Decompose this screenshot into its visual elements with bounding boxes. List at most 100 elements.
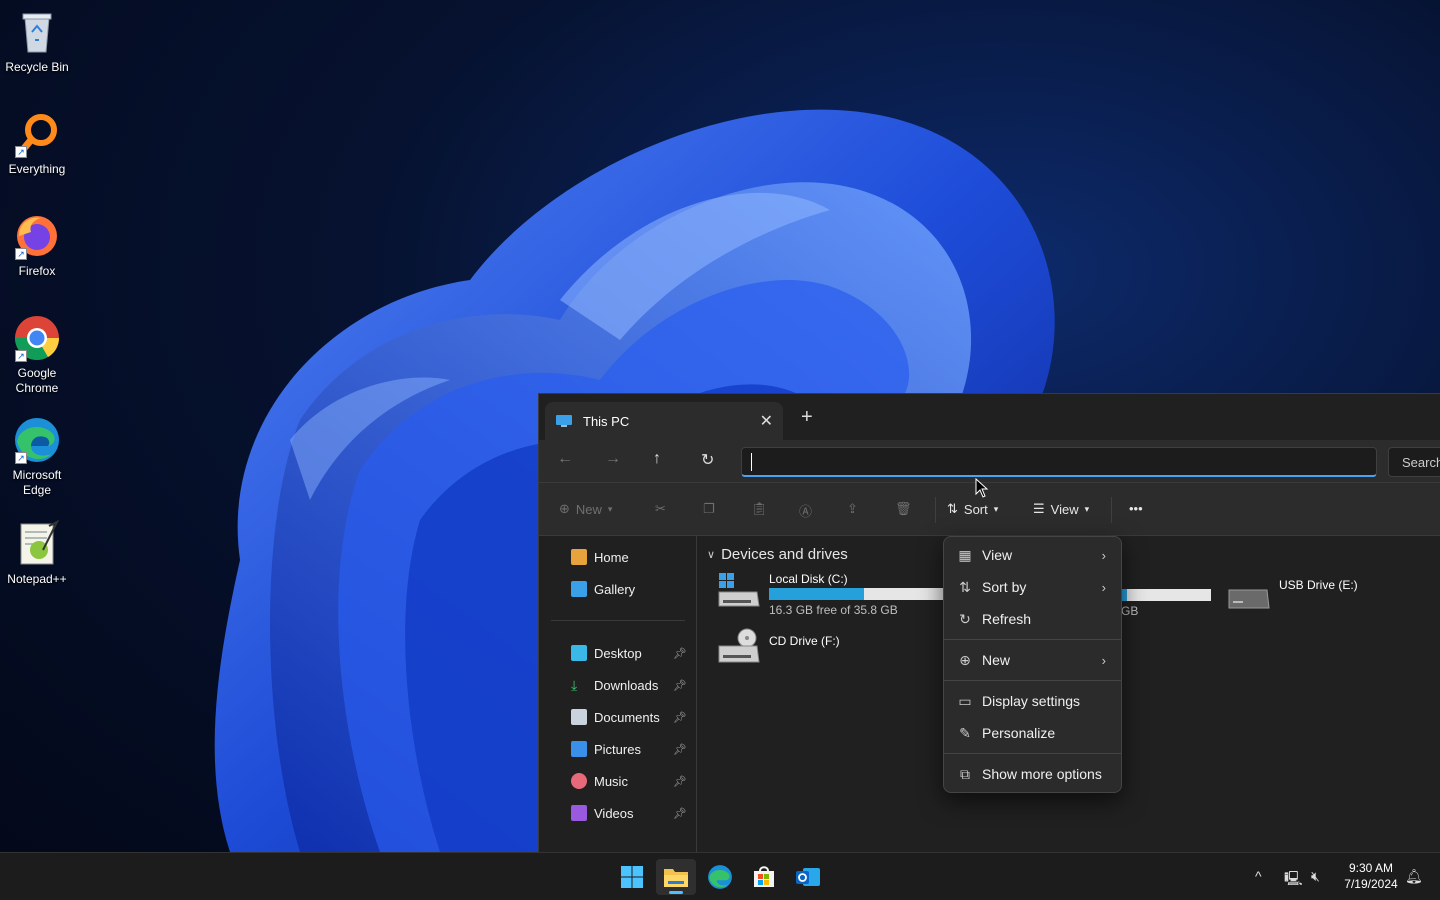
rename-icon[interactable]: Ⓐ <box>799 501 812 520</box>
delete-icon[interactable]: 🗑︎ <box>895 501 912 517</box>
pin-icon[interactable]: 📌︎ <box>673 647 687 660</box>
sidebar-item-desktop[interactable]: Desktop 📌︎ <box>571 642 691 664</box>
drive-name: CD Drive (F:) <box>769 634 840 648</box>
sidebar-item-pictures[interactable]: Pictures 📌︎ <box>571 738 691 760</box>
clock-time: 9:30 AM <box>1348 861 1394 875</box>
desktop-icon-label: Recycle Bin <box>5 60 69 74</box>
back-arrow-icon[interactable]: ← <box>557 450 573 468</box>
navigation-pane: Home Gallery Desktop 📌︎ ⤓ Downloads 📌︎ D… <box>539 536 697 852</box>
taskbar-microsoft-edge[interactable] <box>700 859 740 895</box>
music-icon <box>571 773 587 789</box>
home-icon <box>571 549 587 565</box>
sidebar-item-label: Desktop <box>594 645 642 661</box>
drive-usage-fill <box>769 588 864 600</box>
shortcut-arrow-icon: ↗ <box>15 350 27 362</box>
network-icon[interactable]: 🖳︎ <box>1284 868 1303 892</box>
menu-item-show-more-options[interactable]: ⧉ Show more options <box>948 760 1118 788</box>
sort-label: Sort <box>963 501 988 517</box>
search-box[interactable]: Search <box>1388 447 1440 477</box>
share-icon[interactable]: ⇪ <box>847 501 858 517</box>
sort-button[interactable]: ⇅ Sort ▾ <box>947 501 998 517</box>
drive-partial-hidden[interactable]: GB <box>1121 589 1211 618</box>
notification-bell-icon[interactable]: 🔔︎ <box>1405 868 1423 885</box>
desktop-icon-recycle-bin[interactable]: Recycle Bin <box>2 8 72 75</box>
desktop-icon-notepad-plus-plus[interactable]: Notepad++ <box>2 519 72 587</box>
forward-arrow-icon[interactable]: → <box>605 450 621 468</box>
sidebar-item-videos[interactable]: Videos 📌︎ <box>571 802 691 824</box>
desktop-icon-microsoft-edge[interactable]: ↗ Microsoft Edge <box>2 416 72 498</box>
pin-icon[interactable]: 📌︎ <box>673 679 687 692</box>
volume-muted-icon[interactable]: 🔇︎ <box>1311 868 1320 885</box>
menu-item-label: Show more options <box>982 766 1102 782</box>
chevron-down-icon: ▾ <box>1084 503 1090 514</box>
menu-item-label: Personalize <box>982 725 1056 741</box>
grid-icon: ▦ <box>958 546 972 563</box>
pin-icon[interactable]: 📌︎ <box>673 711 687 724</box>
drive-free-space: GB <box>1121 604 1139 618</box>
desktop-icon-firefox[interactable]: ↗ Firefox <box>2 212 72 279</box>
taskbar-microsoft-store[interactable] <box>744 859 784 895</box>
taskbar-outlook[interactable] <box>788 859 828 895</box>
everything-search-icon: ↗ <box>13 110 61 158</box>
drive-local-disk-c[interactable]: Local Disk (C:) 16.3 GB free of 35.8 GB <box>717 572 943 617</box>
sidebar-item-music[interactable]: Music 📌︎ <box>571 770 691 792</box>
menu-item-personalize[interactable]: ✎ Personalize <box>948 719 1118 747</box>
sidebar-item-label: Downloads <box>594 677 659 693</box>
tab-close-icon[interactable]: ✕ <box>760 411 773 431</box>
sidebar-item-label: Gallery <box>594 581 636 597</box>
pin-icon[interactable]: 📌︎ <box>673 743 687 756</box>
desktop-folder-icon <box>571 645 587 661</box>
section-title: Devices and drives <box>721 546 848 563</box>
search-placeholder: Search <box>1402 455 1440 470</box>
cut-icon[interactable]: ✂ <box>655 501 666 517</box>
up-arrow-icon[interactable]: ↑ <box>653 450 661 468</box>
menu-item-new[interactable]: ⊕ New › <box>948 646 1118 674</box>
shortcut-arrow-icon: ↗ <box>15 248 27 260</box>
desktop-icon-label: Firefox <box>18 264 56 278</box>
chevron-up-icon[interactable]: ^ <box>1255 868 1262 884</box>
display-icon: ▭ <box>958 692 972 709</box>
address-bar[interactable] <box>741 447 1377 477</box>
edge-icon: ↗ <box>13 416 61 464</box>
desktop-icon-everything[interactable]: ↗ Everything <box>2 110 72 177</box>
menu-item-view[interactable]: ▦ View › <box>948 541 1118 569</box>
view-label: View <box>1050 501 1079 517</box>
more-options-icon[interactable]: ••• <box>1129 501 1143 516</box>
paste-icon[interactable]: 📋︎ <box>751 501 768 517</box>
desktop-icon-google-chrome[interactable]: ↗ Google Chrome <box>2 314 72 396</box>
pictures-icon <box>571 741 587 757</box>
copy-icon[interactable]: ❐ <box>703 501 715 517</box>
sidebar-item-gallery[interactable]: Gallery <box>571 578 691 600</box>
menu-item-refresh[interactable]: ↻ Refresh <box>948 605 1118 633</box>
taskbar-file-explorer[interactable] <box>656 859 696 895</box>
devices-and-drives-header[interactable]: ∨ Devices and drives <box>707 546 848 563</box>
windows-logo-icon <box>621 866 643 888</box>
refresh-icon[interactable]: ↻ <box>701 450 714 470</box>
active-app-indicator <box>669 891 683 894</box>
edge-icon <box>708 865 732 889</box>
pin-icon[interactable]: 📌︎ <box>673 807 687 820</box>
tab-this-pc[interactable]: This PC ✕ <box>545 402 783 440</box>
clock[interactable]: 9:30 AM 7/19/2024 <box>1336 860 1406 892</box>
new-button[interactable]: ⊕ New ▾ <box>559 501 612 517</box>
new-tab-button[interactable]: + <box>801 406 813 429</box>
command-bar: ⊕ New ▾ ✂ ❐ 📋︎ Ⓐ ⇪ 🗑︎ ⇅ Sort ▾ ☰ View ▾ … <box>539 482 1440 536</box>
start-button[interactable] <box>612 859 652 895</box>
clock-date: 7/19/2024 <box>1344 877 1398 891</box>
plus-circle-icon: ⊕ <box>959 651 971 668</box>
drive-usb-e[interactable]: USB Drive (E:) <box>1227 578 1358 618</box>
usb-drive-icon <box>1227 582 1271 618</box>
view-button[interactable]: ☰ View ▾ <box>1033 501 1089 517</box>
pin-icon[interactable]: 📌︎ <box>673 775 687 788</box>
store-icon <box>754 866 774 887</box>
sidebar-item-documents[interactable]: Documents 📌︎ <box>571 706 691 728</box>
drive-cd-f[interactable]: CD Drive (F:) <box>717 628 840 664</box>
chrome-icon: ↗ <box>13 314 61 362</box>
menu-item-display-settings[interactable]: ▭ Display settings <box>948 687 1118 715</box>
sidebar-item-downloads[interactable]: ⤓ Downloads 📌︎ <box>571 674 691 696</box>
menu-item-sort-by[interactable]: ⇅ Sort by › <box>948 573 1118 601</box>
taskbar: ^ 🖳︎ 🔇︎ 9:30 AM 7/19/2024 🔔︎ <box>0 852 1440 900</box>
menu-item-label: Refresh <box>982 611 1032 627</box>
sidebar-item-home[interactable]: Home <box>571 546 691 568</box>
command-separator <box>1111 497 1112 523</box>
